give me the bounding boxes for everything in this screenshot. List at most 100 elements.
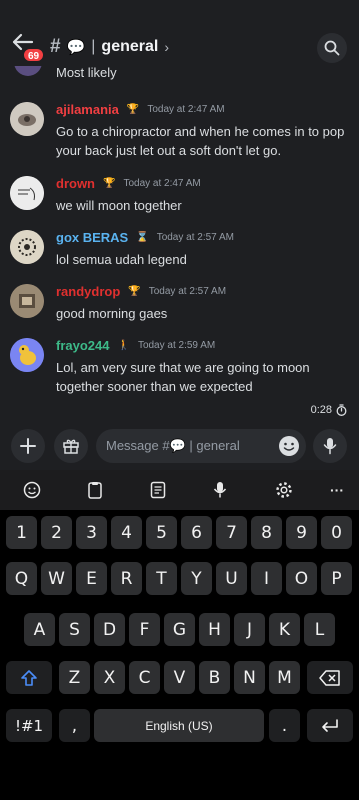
key[interactable]: H xyxy=(199,613,230,646)
key[interactable]: C xyxy=(129,661,160,694)
key[interactable]: 9 xyxy=(286,516,317,549)
message-placeholder: Message #💬 | general xyxy=(106,438,240,453)
backspace-icon xyxy=(319,669,340,686)
keyboard: 1 2 3 4 5 6 7 8 9 0 Q W E R T Y U I O P … xyxy=(0,510,359,800)
key[interactable]: L xyxy=(304,613,335,646)
message-text: good morning gaes xyxy=(56,306,168,321)
symbols-key[interactable]: !#1 xyxy=(6,709,52,742)
emoji-icon[interactable] xyxy=(20,479,44,501)
role-icon: 🚶 xyxy=(117,340,130,351)
username[interactable]: frayo244 xyxy=(56,338,109,353)
key[interactable]: Q xyxy=(6,562,37,595)
settings-icon[interactable] xyxy=(272,479,296,501)
timestamp: Today at 2:59 AM xyxy=(137,340,216,351)
key[interactable]: S xyxy=(59,613,90,646)
message-text: Go to a chiropractor and when he comes i… xyxy=(56,124,345,158)
plus-icon xyxy=(20,438,36,454)
voice-message-button[interactable] xyxy=(313,429,347,463)
shift-key[interactable] xyxy=(6,661,52,694)
avatar[interactable] xyxy=(10,230,44,264)
avatar[interactable] xyxy=(10,176,44,210)
avatar[interactable] xyxy=(10,102,44,136)
key[interactable]: 0 xyxy=(321,516,352,549)
enter-icon xyxy=(322,718,338,732)
key[interactable]: 6 xyxy=(181,516,212,549)
channel-separator: | xyxy=(91,38,96,55)
chat-header: 69 # 💬 | general › xyxy=(0,0,359,66)
message-list[interactable]: Most likely ajilamania 🏆 Today at 2:47 A… xyxy=(0,66,359,424)
key[interactable]: T xyxy=(146,562,177,595)
message-text: Lol, am very sure that we are going to m… xyxy=(56,360,310,394)
key[interactable]: R xyxy=(111,562,142,595)
message-text: lol semua udah legend xyxy=(56,252,187,267)
emoji-button[interactable] xyxy=(276,433,302,459)
role-icon: 🏆 xyxy=(126,104,140,115)
timer-value: 0:28 xyxy=(310,404,332,416)
key[interactable]: W xyxy=(41,562,72,595)
backspace-key[interactable] xyxy=(307,661,353,694)
key[interactable]: I xyxy=(251,562,282,595)
search-button[interactable] xyxy=(317,33,347,63)
key[interactable]: 4 xyxy=(111,516,142,549)
key[interactable]: U xyxy=(216,562,247,595)
key[interactable]: F xyxy=(129,613,160,646)
channel-title[interactable]: # 💬 | general › xyxy=(50,36,169,58)
mic-icon[interactable] xyxy=(208,479,232,501)
gift-icon xyxy=(63,439,79,454)
timestamp: Today at 2:57 AM xyxy=(148,286,227,297)
username[interactable]: gox BERAS xyxy=(56,230,128,245)
enter-key[interactable] xyxy=(307,709,353,742)
message-input[interactable]: Message #💬 | general xyxy=(96,429,306,463)
timestamp: Today at 2:47 AM xyxy=(123,178,201,189)
role-icon: ⌛ xyxy=(136,232,149,243)
key[interactable]: 1 xyxy=(6,516,37,549)
message-text: Most likely xyxy=(56,66,117,80)
key[interactable]: 5 xyxy=(146,516,177,549)
timestamp: Today at 2:57 AM xyxy=(156,232,234,243)
avatar[interactable] xyxy=(10,338,44,372)
shift-icon xyxy=(21,669,37,686)
key[interactable]: M xyxy=(269,661,300,694)
key[interactable]: K xyxy=(269,613,300,646)
avatar[interactable] xyxy=(10,284,44,318)
key[interactable]: V xyxy=(164,661,195,694)
key[interactable]: 7 xyxy=(216,516,247,549)
key[interactable]: O xyxy=(286,562,317,595)
avatar[interactable] xyxy=(14,66,42,76)
key[interactable]: J xyxy=(234,613,265,646)
key[interactable]: Y xyxy=(181,562,212,595)
keyboard-toolbar: ··· xyxy=(0,470,359,510)
clipboard-icon[interactable] xyxy=(83,479,107,501)
key[interactable]: G xyxy=(164,613,195,646)
key[interactable]: B xyxy=(199,661,230,694)
unread-badge: 69 xyxy=(22,47,46,63)
role-icon: 🏆 xyxy=(103,178,116,189)
key[interactable]: 8 xyxy=(251,516,282,549)
username[interactable]: randydrop xyxy=(56,284,120,299)
key[interactable]: Z xyxy=(59,661,90,694)
key[interactable]: N xyxy=(234,661,265,694)
comma-key[interactable]: , xyxy=(59,709,90,742)
gift-button[interactable] xyxy=(54,429,88,463)
key[interactable]: D xyxy=(94,613,125,646)
microphone-icon xyxy=(323,438,337,455)
channel-emoji: 💬 xyxy=(66,39,86,56)
space-key[interactable]: English (US) xyxy=(94,709,264,742)
message-text: we will moon together xyxy=(56,198,182,213)
more-icon[interactable]: ··· xyxy=(325,479,349,501)
key[interactable]: E xyxy=(76,562,107,595)
key[interactable]: A xyxy=(24,613,55,646)
keyboard-layout-icon[interactable] xyxy=(146,479,170,501)
add-attachment-button[interactable] xyxy=(11,429,45,463)
message-composer: Message #💬 | general xyxy=(0,424,359,470)
username[interactable]: ajilamania xyxy=(56,102,119,117)
key[interactable]: P xyxy=(321,562,352,595)
emoji-icon xyxy=(279,436,299,456)
search-icon xyxy=(324,40,340,56)
key[interactable]: X xyxy=(94,661,125,694)
timestamp: Today at 2:47 AM xyxy=(147,104,225,115)
username[interactable]: drown xyxy=(56,176,95,191)
key[interactable]: 3 xyxy=(76,516,107,549)
key[interactable]: 2 xyxy=(41,516,72,549)
period-key[interactable]: . xyxy=(269,709,300,742)
